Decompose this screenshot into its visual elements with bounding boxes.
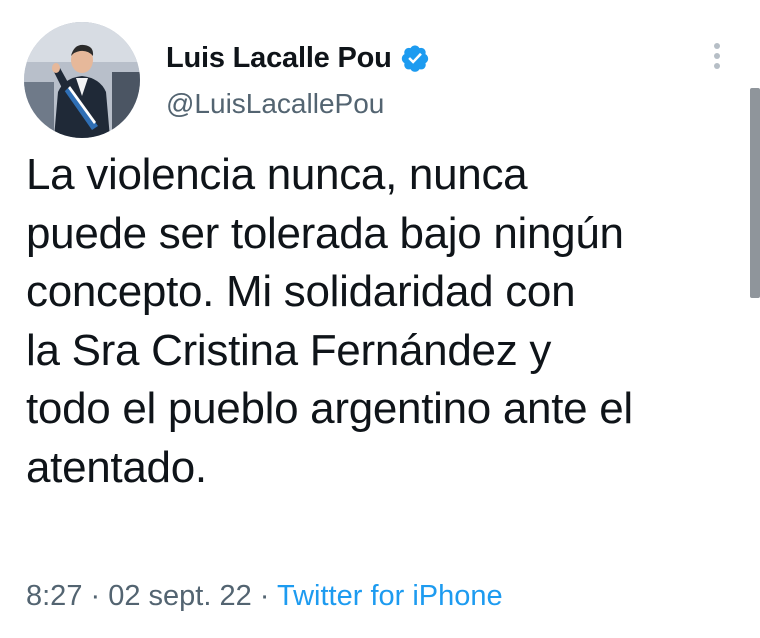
- tweet-meta: 8:27 · 02 sept. 22 · Twitter for iPhone: [26, 578, 503, 614]
- profile-photo: [24, 22, 140, 138]
- display-name[interactable]: Luis Lacalle Pou: [166, 42, 392, 75]
- tweet-source-link[interactable]: Twitter for iPhone: [277, 580, 503, 612]
- author-handle[interactable]: @LuisLacallePou: [166, 86, 384, 122]
- scrollbar-thumb[interactable]: [750, 88, 760, 298]
- more-vertical-icon[interactable]: [700, 38, 734, 78]
- tweet-time[interactable]: 8:27: [26, 580, 82, 612]
- tweet-date[interactable]: 02 sept. 22: [108, 580, 252, 612]
- name-row: Luis Lacalle Pou: [166, 38, 430, 78]
- avatar[interactable]: [24, 22, 140, 138]
- meta-separator: ·: [82, 580, 109, 612]
- tweet-text: La violencia nunca, nunca puede ser tole…: [26, 150, 633, 492]
- meta-separator: ·: [251, 580, 277, 612]
- tweet: Luis Lacalle Pou @LuisLacallePou La viol…: [0, 0, 760, 638]
- verified-badge-icon: [400, 43, 430, 73]
